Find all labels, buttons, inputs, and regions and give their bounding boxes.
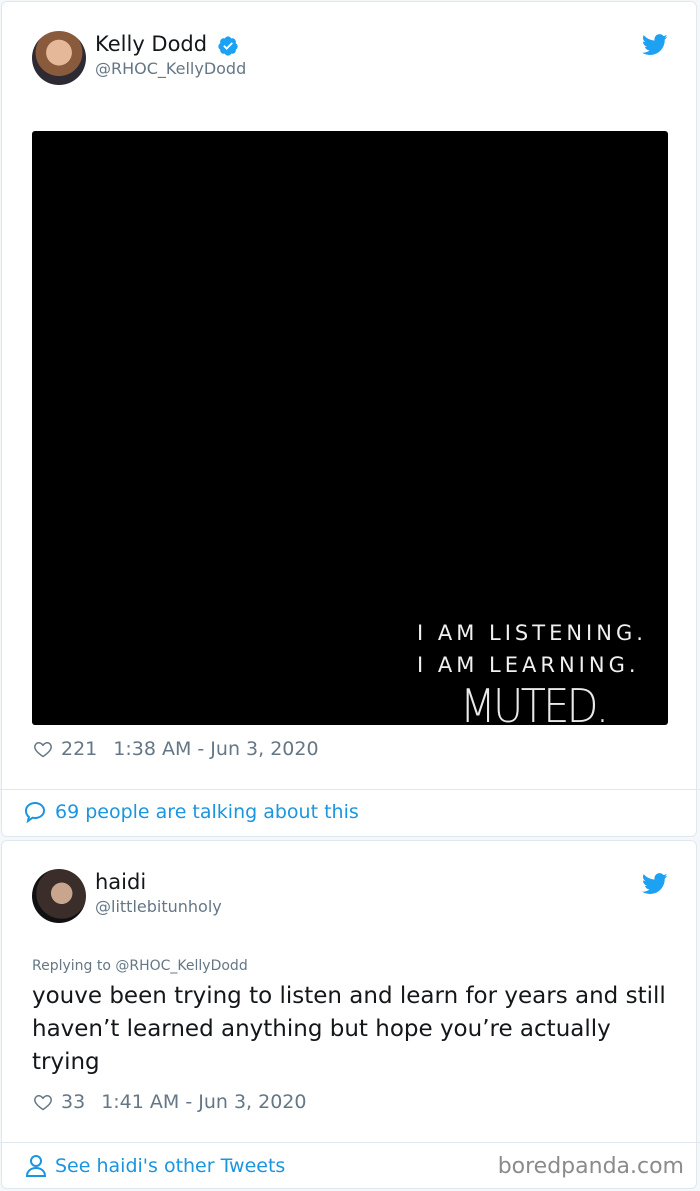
avatar[interactable] (32, 31, 86, 85)
tweet-meta: 33 1:41 AM - Jun 3, 2020 (33, 1091, 306, 1113)
like-count[interactable]: 33 (61, 1091, 85, 1113)
heart-icon[interactable] (33, 739, 53, 759)
twitter-bird-icon[interactable] (642, 873, 668, 895)
tweet-text: youve been trying to listen and learn fo… (32, 983, 666, 1075)
twitter-bird-icon[interactable] (642, 34, 668, 56)
speech-bubble-icon (24, 801, 46, 824)
author-name[interactable]: Kelly Dodd (95, 32, 207, 56)
media-title: MUTED. (460, 679, 609, 725)
conversation-link[interactable]: 69 people are talking about this (23, 800, 359, 824)
see-other-tweets-label: See haidi's other Tweets (55, 1155, 286, 1177)
divider (0, 789, 700, 790)
see-other-tweets-link[interactable]: See haidi's other Tweets (25, 1154, 285, 1178)
heart-icon[interactable] (33, 1092, 53, 1112)
media-line-learning: I AM LEARNING. (417, 653, 640, 677)
divider (0, 1142, 700, 1143)
avatar[interactable] (32, 869, 86, 923)
replying-to-label[interactable]: Replying to @RHOC_KellyDodd (32, 958, 248, 974)
tweet-timestamp[interactable]: 1:41 AM - Jun 3, 2020 (101, 1091, 306, 1113)
like-count[interactable]: 221 (61, 738, 97, 760)
author-name[interactable]: haidi (95, 870, 146, 894)
author-handle[interactable]: @littlebitunholy (95, 897, 222, 916)
watermark: boredpanda.com (497, 1154, 684, 1179)
tweet-meta: 221 1:38 AM - Jun 3, 2020 (33, 738, 319, 760)
person-icon (25, 1155, 47, 1177)
author-handle[interactable]: @RHOC_KellyDodd (95, 59, 246, 78)
tweet-timestamp[interactable]: 1:38 AM - Jun 3, 2020 (113, 738, 318, 760)
verified-badge-icon (218, 36, 238, 56)
tweet-media-image[interactable]: MUTED. I AM LISTENING. I AM LEARNING. (32, 131, 668, 725)
media-line-listening: I AM LISTENING. (417, 621, 647, 645)
talking-count-label: 69 people are talking about this (55, 801, 359, 823)
